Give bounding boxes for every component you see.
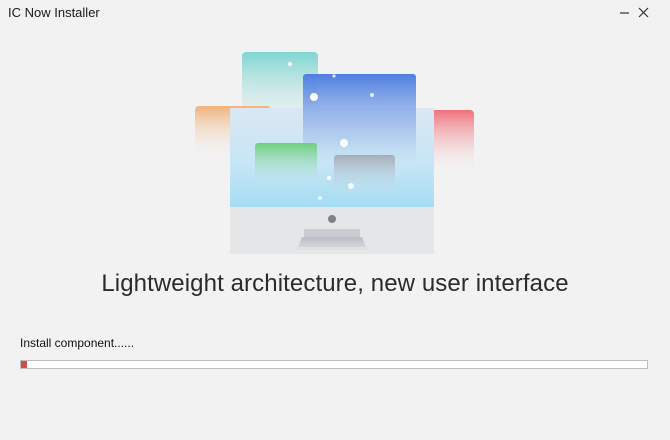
install-status-label: Install component......	[20, 336, 135, 350]
title-bar[interactable]: IC Now Installer	[0, 0, 670, 28]
install-progress-fill	[21, 361, 28, 368]
close-button[interactable]	[633, 3, 655, 23]
window-title: IC Now Installer	[8, 5, 100, 20]
installer-window: IC Now Installer Lightweight architectur…	[0, 0, 670, 440]
install-progress-bar	[20, 360, 648, 369]
headline-text: Lightweight architecture, new user inter…	[101, 270, 569, 297]
close-icon	[638, 7, 649, 18]
monitor-illustration	[195, 52, 474, 254]
